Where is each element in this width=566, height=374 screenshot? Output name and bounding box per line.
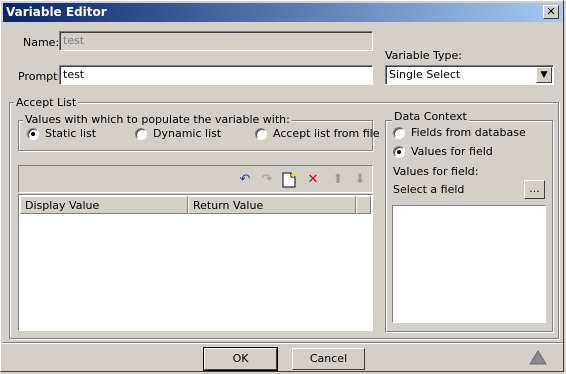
move-up-icon[interactable]: ⬆ — [330, 172, 346, 188]
radio-dot — [393, 126, 405, 139]
field-values-list[interactable] — [392, 205, 546, 323]
name-label: Name: — [23, 36, 60, 49]
populate-group-title: Values with which to populate the variab… — [23, 113, 292, 126]
browse-label: ... — [529, 182, 540, 195]
values-for-field-label: Values for field — [411, 145, 493, 158]
static-list-radio[interactable]: Static list — [27, 127, 96, 140]
accept-list-title: Accept List — [14, 96, 79, 109]
prompt-value: test — [63, 68, 85, 81]
chevron-down-icon[interactable]: ▼ — [536, 67, 552, 83]
undo-icon[interactable]: ↶ — [237, 172, 253, 188]
return-value-header-label: Return Value — [193, 199, 264, 212]
dynamic-list-label: Dynamic list — [153, 127, 222, 140]
select-field-label: Select a field — [393, 183, 465, 196]
radio-dot — [135, 127, 147, 140]
variable-type-label: Variable Type: — [385, 49, 463, 62]
variable-type-value: Single Select — [389, 68, 461, 81]
static-list-label: Static list — [45, 127, 97, 140]
fields-from-database-radio[interactable]: Fields from database — [393, 126, 526, 139]
radio-dot — [393, 145, 405, 158]
cancel-button[interactable]: Cancel — [292, 348, 365, 370]
variable-type-select[interactable]: Single Select ▼ — [385, 65, 554, 85]
new-item-icon[interactable] — [281, 172, 297, 188]
values-grid[interactable]: Display Value Return Value — [18, 194, 373, 331]
resize-grip-icon[interactable] — [529, 349, 547, 368]
prompt-label: Prompt: — [18, 70, 62, 83]
footer-divider — [3, 342, 563, 344]
window-title: Variable Editor — [6, 5, 107, 19]
move-down-icon[interactable]: ⬇ — [352, 172, 368, 188]
accept-list-from-file-label: Accept list from file — [273, 127, 380, 140]
ok-button[interactable]: OK — [203, 347, 278, 371]
display-value-header-label: Display Value — [25, 199, 100, 212]
values-for-field-radio[interactable]: Values for field — [393, 145, 493, 158]
values-for-field-caption: Values for field: — [393, 165, 479, 178]
name-value: test — [63, 34, 85, 47]
title-bar[interactable]: Variable Editor ✕ — [3, 3, 563, 22]
prompt-field[interactable]: test — [59, 65, 373, 85]
close-button[interactable]: ✕ — [543, 5, 559, 19]
cancel-label: Cancel — [309, 352, 348, 365]
ok-label: OK — [232, 352, 249, 365]
delete-icon[interactable]: ✕ — [305, 172, 321, 188]
close-icon: ✕ — [546, 5, 556, 18]
list-toolbar: ↶ ↷ ✕ ⬆ ⬇ — [18, 165, 373, 193]
dynamic-list-radio[interactable]: Dynamic list — [135, 127, 221, 140]
accept-list-from-file-radio[interactable]: Accept list from file — [255, 127, 380, 140]
display-value-column-header[interactable]: Display Value — [20, 196, 188, 214]
redo-icon[interactable]: ↷ — [259, 172, 275, 188]
radio-dot — [255, 127, 267, 140]
data-context-title: Data Context — [392, 110, 469, 123]
variable-editor-window: Variable Editor ✕ Name: test Variable Ty… — [0, 0, 564, 372]
browse-field-button[interactable]: ... — [524, 180, 545, 199]
fields-from-database-label: Fields from database — [411, 126, 526, 139]
return-value-column-header[interactable]: Return Value — [188, 196, 356, 214]
name-field: test — [59, 31, 373, 51]
radio-dot — [27, 127, 39, 140]
grid-header-filler — [356, 196, 371, 214]
